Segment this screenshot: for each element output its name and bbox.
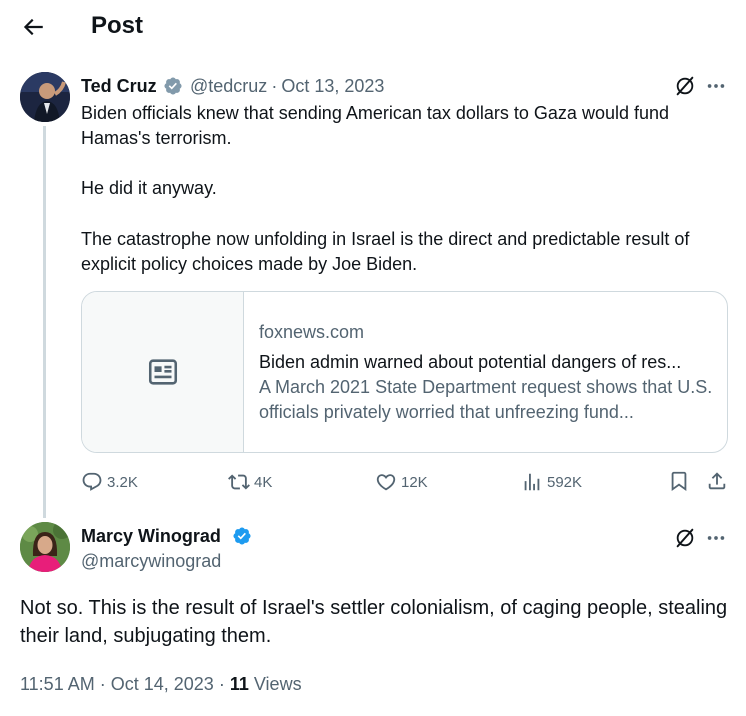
like-count: 12K: [401, 473, 428, 491]
views-label: Views: [253, 674, 302, 694]
tweet-paragraph: The catastrophe now unfolding in Israel …: [81, 229, 690, 274]
grok-icon[interactable]: [674, 75, 696, 97]
grok-icon[interactable]: [674, 527, 696, 549]
reply-button[interactable]: 3.2K: [81, 470, 138, 494]
more-icon[interactable]: [705, 75, 727, 97]
tweet-text: Not so. This is the result of Israel's s…: [20, 597, 728, 647]
avatar[interactable]: [20, 72, 70, 122]
tweet-date[interactable]: Oct 14, 2023: [111, 674, 214, 694]
views-icon: [521, 471, 543, 493]
tweet-meta: 11:51 AM · Oct 14, 2023 · 11 Views: [20, 674, 302, 694]
share-icon[interactable]: [706, 470, 728, 494]
link-title: Biden admin warned about potential dange…: [259, 352, 682, 372]
repost-count: 4K: [254, 473, 273, 491]
reply-count: 3.2K: [107, 473, 138, 491]
link-domain: foxnews.com: [259, 322, 365, 342]
views-count: 592K: [547, 473, 583, 491]
news-article-icon: [146, 355, 180, 389]
views-count: 11: [229, 674, 249, 694]
verified-badge-icon: [232, 526, 252, 546]
avatar[interactable]: [20, 522, 70, 572]
author-name[interactable]: Marcy Winograd: [81, 525, 221, 547]
author-name[interactable]: Ted Cruz: [81, 75, 157, 97]
thread-connector-line: [43, 126, 46, 518]
like-icon: [375, 471, 397, 493]
link-preview-card[interactable]: foxnews.com Biden admin warned about pot…: [81, 291, 728, 453]
tweet-date[interactable]: Oct 13, 2023: [281, 76, 384, 96]
page-title: Post: [91, 12, 144, 39]
tweet-paragraph: He did it anyway.: [81, 178, 217, 198]
tweet-time[interactable]: 11:51 AM: [20, 674, 95, 694]
link-description: A March 2021 State Department request sh…: [259, 377, 713, 422]
author-handle[interactable]: @tedcruz: [190, 76, 267, 96]
author-handle[interactable]: @marcywinograd: [81, 550, 221, 572]
views-button[interactable]: 592K: [521, 470, 582, 494]
tweet-meta: @tedcruz · Oct 13, 2023: [190, 76, 385, 96]
bookmark-icon[interactable]: [668, 470, 690, 494]
verified-badge-icon: [163, 76, 183, 96]
repost-button[interactable]: 4K: [228, 470, 272, 494]
like-button[interactable]: 12K: [375, 470, 428, 494]
back-arrow-icon[interactable]: [20, 14, 46, 40]
tweet-paragraph: Biden officials knew that sending Americ…: [81, 103, 670, 148]
repost-icon: [228, 471, 250, 493]
link-thumbnail: [82, 292, 244, 452]
more-icon[interactable]: [705, 527, 727, 549]
reply-icon: [81, 471, 103, 493]
